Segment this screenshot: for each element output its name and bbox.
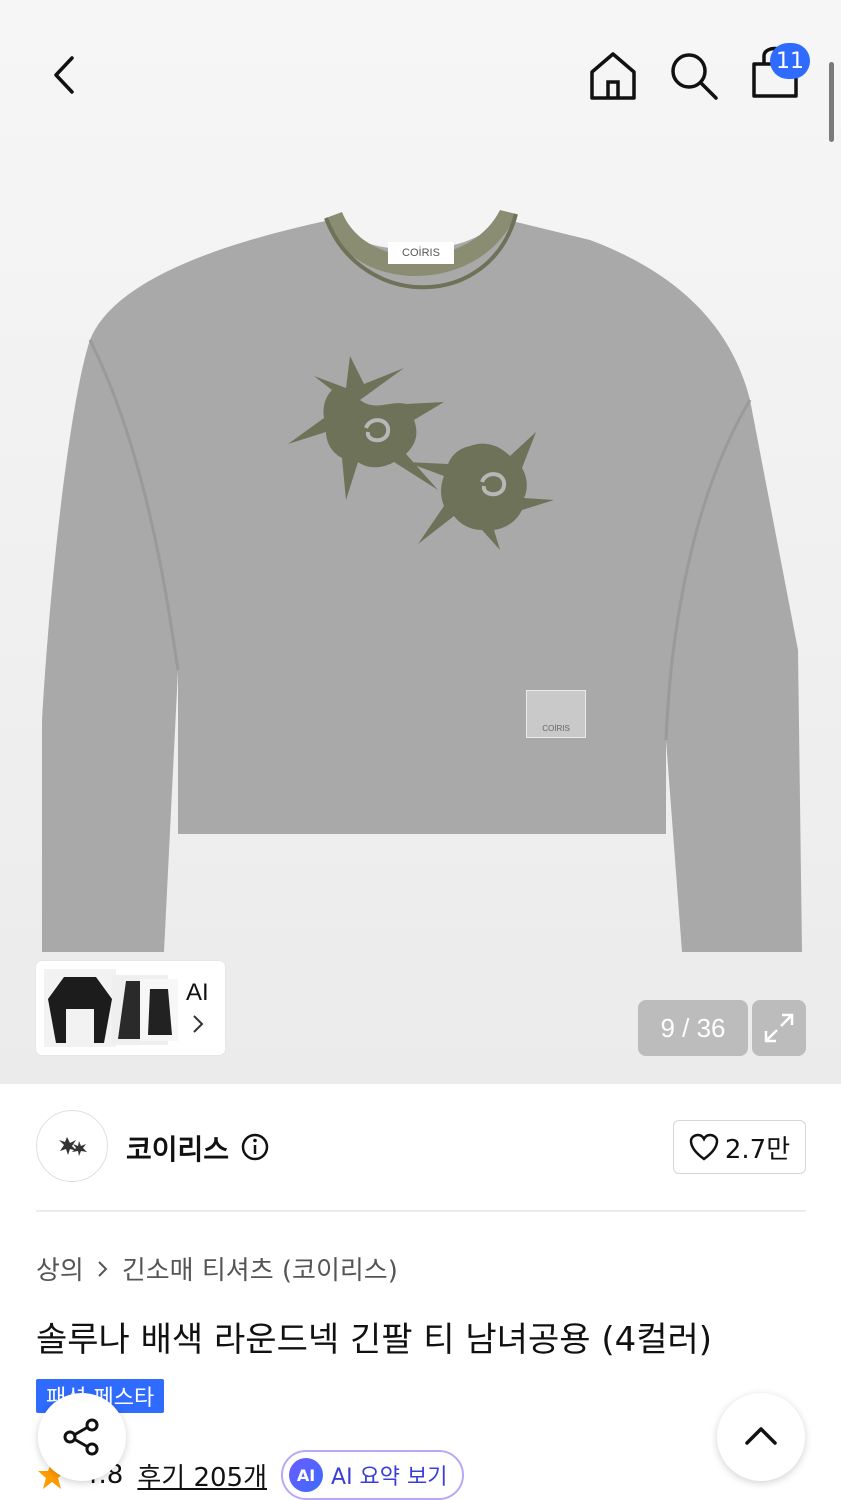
like-count: 2.7만 [724,1134,791,1165]
brand-logo-icon [59,1137,87,1156]
neck-label: COİRIS [388,242,454,264]
image-counter: 9 / 36 [638,1000,748,1056]
ai-summary-label: AI 요약 보기 [331,1465,448,1490]
heart-icon [689,1133,719,1161]
tshirt-illustration [42,210,802,952]
brand-patch: COİRIS [526,690,586,738]
brand-row: 코이리스 2.7만 [36,1110,806,1186]
ai-label: AI [186,979,209,1006]
breadcrumb-item[interactable]: 긴소매 티셔츠 (코이리스) [122,1250,398,1287]
cart-count-badge: 11 [770,43,810,79]
brand-logo[interactable] [36,1110,108,1182]
product-image-gallery[interactable]: COİRIS COİRIS AI 9 / 36 [0,0,841,1084]
scrollbar[interactable] [829,62,834,142]
expand-icon [764,1013,794,1043]
search-icon [671,53,718,100]
thumbnail-image [140,979,178,1041]
brand-name[interactable]: 코이리스 [126,1128,229,1168]
chevron-right-icon [98,1260,108,1277]
breadcrumb: 상의 긴소매 티셔츠 (코이리스) [36,1250,398,1287]
divider [36,1210,806,1212]
top-navigation-bar: 11 [0,0,841,150]
ai-styling-thumbnail[interactable]: AI [36,961,225,1055]
home-button[interactable] [586,48,640,102]
info-icon[interactable] [240,1132,270,1162]
chevron-right-icon [193,1015,204,1033]
chevron-up-icon [745,1427,777,1445]
share-icon [63,1418,99,1456]
back-button[interactable] [40,50,90,100]
share-button[interactable] [38,1393,126,1481]
review-count-link[interactable]: 후기 205개 [137,1457,267,1494]
breadcrumb-item[interactable]: 상의 [36,1250,84,1287]
scroll-to-top-button[interactable] [717,1393,805,1481]
back-icon [54,56,74,94]
search-button[interactable] [666,48,720,102]
thumbnail-image [44,969,116,1047]
product-image[interactable]: COİRIS COİRIS [30,200,820,960]
expand-image-button[interactable] [752,1000,806,1056]
ai-summary-button[interactable]: AI AI 요약 보기 [281,1450,464,1500]
home-icon [590,52,636,100]
product-title: 솔루나 배색 라운드넥 긴팔 티 남녀공용 (4컬러) [36,1320,713,1360]
ai-icon: AI [289,1458,324,1492]
brand-like-button[interactable]: 2.7만 [673,1120,806,1174]
